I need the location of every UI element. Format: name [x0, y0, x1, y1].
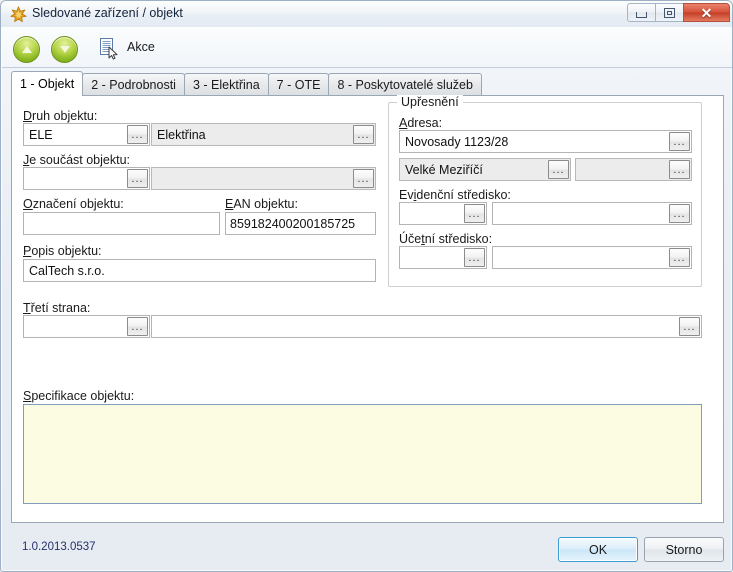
adresa-street-value: Novosady 1123/28 [405, 134, 509, 149]
title-bar[interactable]: Sledované zařízení / objekt ✕ [1, 1, 732, 28]
je-soucast-objektu-name-browse-button[interactable]: ... [353, 169, 374, 188]
tab-ote[interactable]: 7 - OTE [267, 73, 330, 96]
treti-strana-name-browse-button[interactable]: ... [679, 317, 700, 336]
ean-objektu-label: EAN objektu: [225, 197, 298, 211]
actions-button-label[interactable]: Akce [127, 40, 155, 54]
evidencni-stredisko-code-browse-button[interactable]: ... [464, 204, 485, 223]
druh-objektu-code-field[interactable]: ELE ... [23, 123, 150, 146]
ucetni-stredisko-label: Účetní středisko: [399, 232, 493, 246]
window-title: Sledované zařízení / objekt [32, 6, 183, 20]
minimize-icon [636, 11, 647, 18]
tab-poskytovatele-sluzeb[interactable]: 8 - Poskytovatelé služeb [328, 73, 482, 96]
evidencni-stredisko-code-field[interactable]: ... [399, 202, 487, 225]
druh-objektu-code-value: ELE [29, 127, 53, 142]
treti-strana-name-field[interactable]: ... [151, 315, 702, 338]
close-button[interactable]: ✕ [683, 3, 730, 22]
ean-objektu-value: 859182400200185725 [230, 216, 356, 231]
adresa-city-value: Velké Meziříčí [405, 162, 483, 177]
tab-elektrina[interactable]: 3 - Elektřina [183, 73, 269, 96]
je-soucast-objektu-code-browse-button[interactable]: ... [127, 169, 148, 188]
adresa-extra-field[interactable]: ... [575, 158, 692, 181]
druh-objektu-name-browse-button[interactable]: ... [353, 125, 374, 144]
maximize-icon [664, 7, 675, 18]
specifikace-objektu-label: Specifikace objektu: [23, 389, 135, 403]
popis-objektu-label: Popis objektu: [23, 244, 102, 258]
close-icon: ✕ [700, 4, 713, 21]
specifikace-objektu-textarea[interactable] [23, 404, 702, 504]
evidencni-stredisko-name-browse-button[interactable]: ... [669, 204, 690, 223]
evidencni-stredisko-name-field[interactable]: ... [492, 202, 692, 225]
adresa-city-field[interactable]: Velké Meziříčí ... [399, 158, 571, 181]
treti-strana-code-browse-button[interactable]: ... [127, 317, 148, 336]
version-label: 1.0.2013.0537 [22, 541, 96, 553]
popis-objektu-value: CalTech s.r.o. [29, 263, 105, 278]
druh-objektu-name-field[interactable]: Elektřina ... [151, 123, 376, 146]
popis-objektu-field[interactable]: CalTech s.r.o. [23, 259, 376, 282]
upresneni-group: Upřesnění Adresa: Novosady 1123/28 ... V… [388, 95, 702, 287]
minimize-button[interactable] [627, 3, 656, 22]
evidencni-stredisko-label: Evidenční středisko: [399, 188, 511, 202]
ucetni-stredisko-code-field[interactable]: ... [399, 246, 487, 269]
move-down-button[interactable] [51, 36, 78, 63]
ucetni-stredisko-name-browse-button[interactable]: ... [669, 248, 690, 267]
druh-objektu-label: DDruh objektu:ruh objektu: [23, 109, 98, 123]
down-arrow-icon [59, 46, 70, 53]
toolbar: Akce [2, 28, 732, 68]
cancel-button[interactable]: Storno [644, 537, 724, 562]
je-soucast-objektu-name-field[interactable]: ... [151, 167, 376, 190]
tab-label: 8 - Poskytovatelé služeb [337, 78, 473, 92]
adresa-city-browse-button[interactable]: ... [548, 160, 569, 179]
specifikace-objektu-value [24, 405, 701, 411]
druh-objektu-name-value: Elektřina [157, 127, 206, 142]
ok-button[interactable]: OK [558, 537, 638, 562]
ucetni-stredisko-name-field[interactable]: ... [492, 246, 692, 269]
adresa-street-field[interactable]: Novosady 1123/28 ... [399, 130, 692, 153]
upresneni-group-title: Upřesnění [397, 95, 463, 109]
ean-objektu-field[interactable]: 859182400200185725 [225, 212, 376, 235]
maximize-button[interactable] [655, 3, 684, 22]
move-up-button[interactable] [13, 36, 40, 63]
oznaceni-objektu-field[interactable] [23, 212, 220, 235]
adresa-extra-browse-button[interactable]: ... [669, 160, 690, 179]
treti-strana-code-field[interactable]: ... [23, 315, 150, 338]
document-cursor-icon [99, 37, 119, 60]
adresa-street-browse-button[interactable]: ... [669, 132, 690, 151]
dialog-window: Sledované zařízení / objekt ✕ Akce 1 - O… [0, 0, 733, 572]
window-controls: ✕ [627, 3, 730, 22]
starburst-icon [10, 6, 27, 23]
ok-button-label: OK [588, 542, 608, 557]
adresa-label: Adresa: [399, 116, 443, 130]
cancel-button-label: Storno [665, 542, 703, 557]
ucetni-stredisko-code-browse-button[interactable]: ... [464, 248, 485, 267]
tab-objekt[interactable]: 1 - Objekt [11, 71, 84, 96]
tab-podrobnosti[interactable]: 2 - Podrobnosti [82, 73, 185, 96]
tab-page-objekt: DDruh objektu:ruh objektu: ELE ... Elekt… [11, 95, 724, 523]
application-window: Sledované zařízení / objekt ✕ Akce 1 - O… [0, 0, 733, 572]
je-soucast-objektu-label: Je součást objektu: [23, 153, 131, 167]
tab-label: 3 - Elektřina [192, 78, 260, 92]
tab-label: 1 - Objekt [20, 77, 75, 91]
tab-strip: 1 - Objekt 2 - Podrobnosti 3 - Elektřina… [11, 71, 724, 96]
tab-label: 7 - OTE [276, 78, 321, 92]
tab-label: 2 - Podrobnosti [91, 78, 176, 92]
je-soucast-objektu-code-field[interactable]: ... [23, 167, 150, 190]
treti-strana-label: Třetí strana: [23, 301, 91, 315]
oznaceni-objektu-label: Označení objektu: [23, 197, 124, 211]
up-arrow-icon [21, 46, 32, 53]
druh-objektu-code-browse-button[interactable]: ... [127, 125, 148, 144]
